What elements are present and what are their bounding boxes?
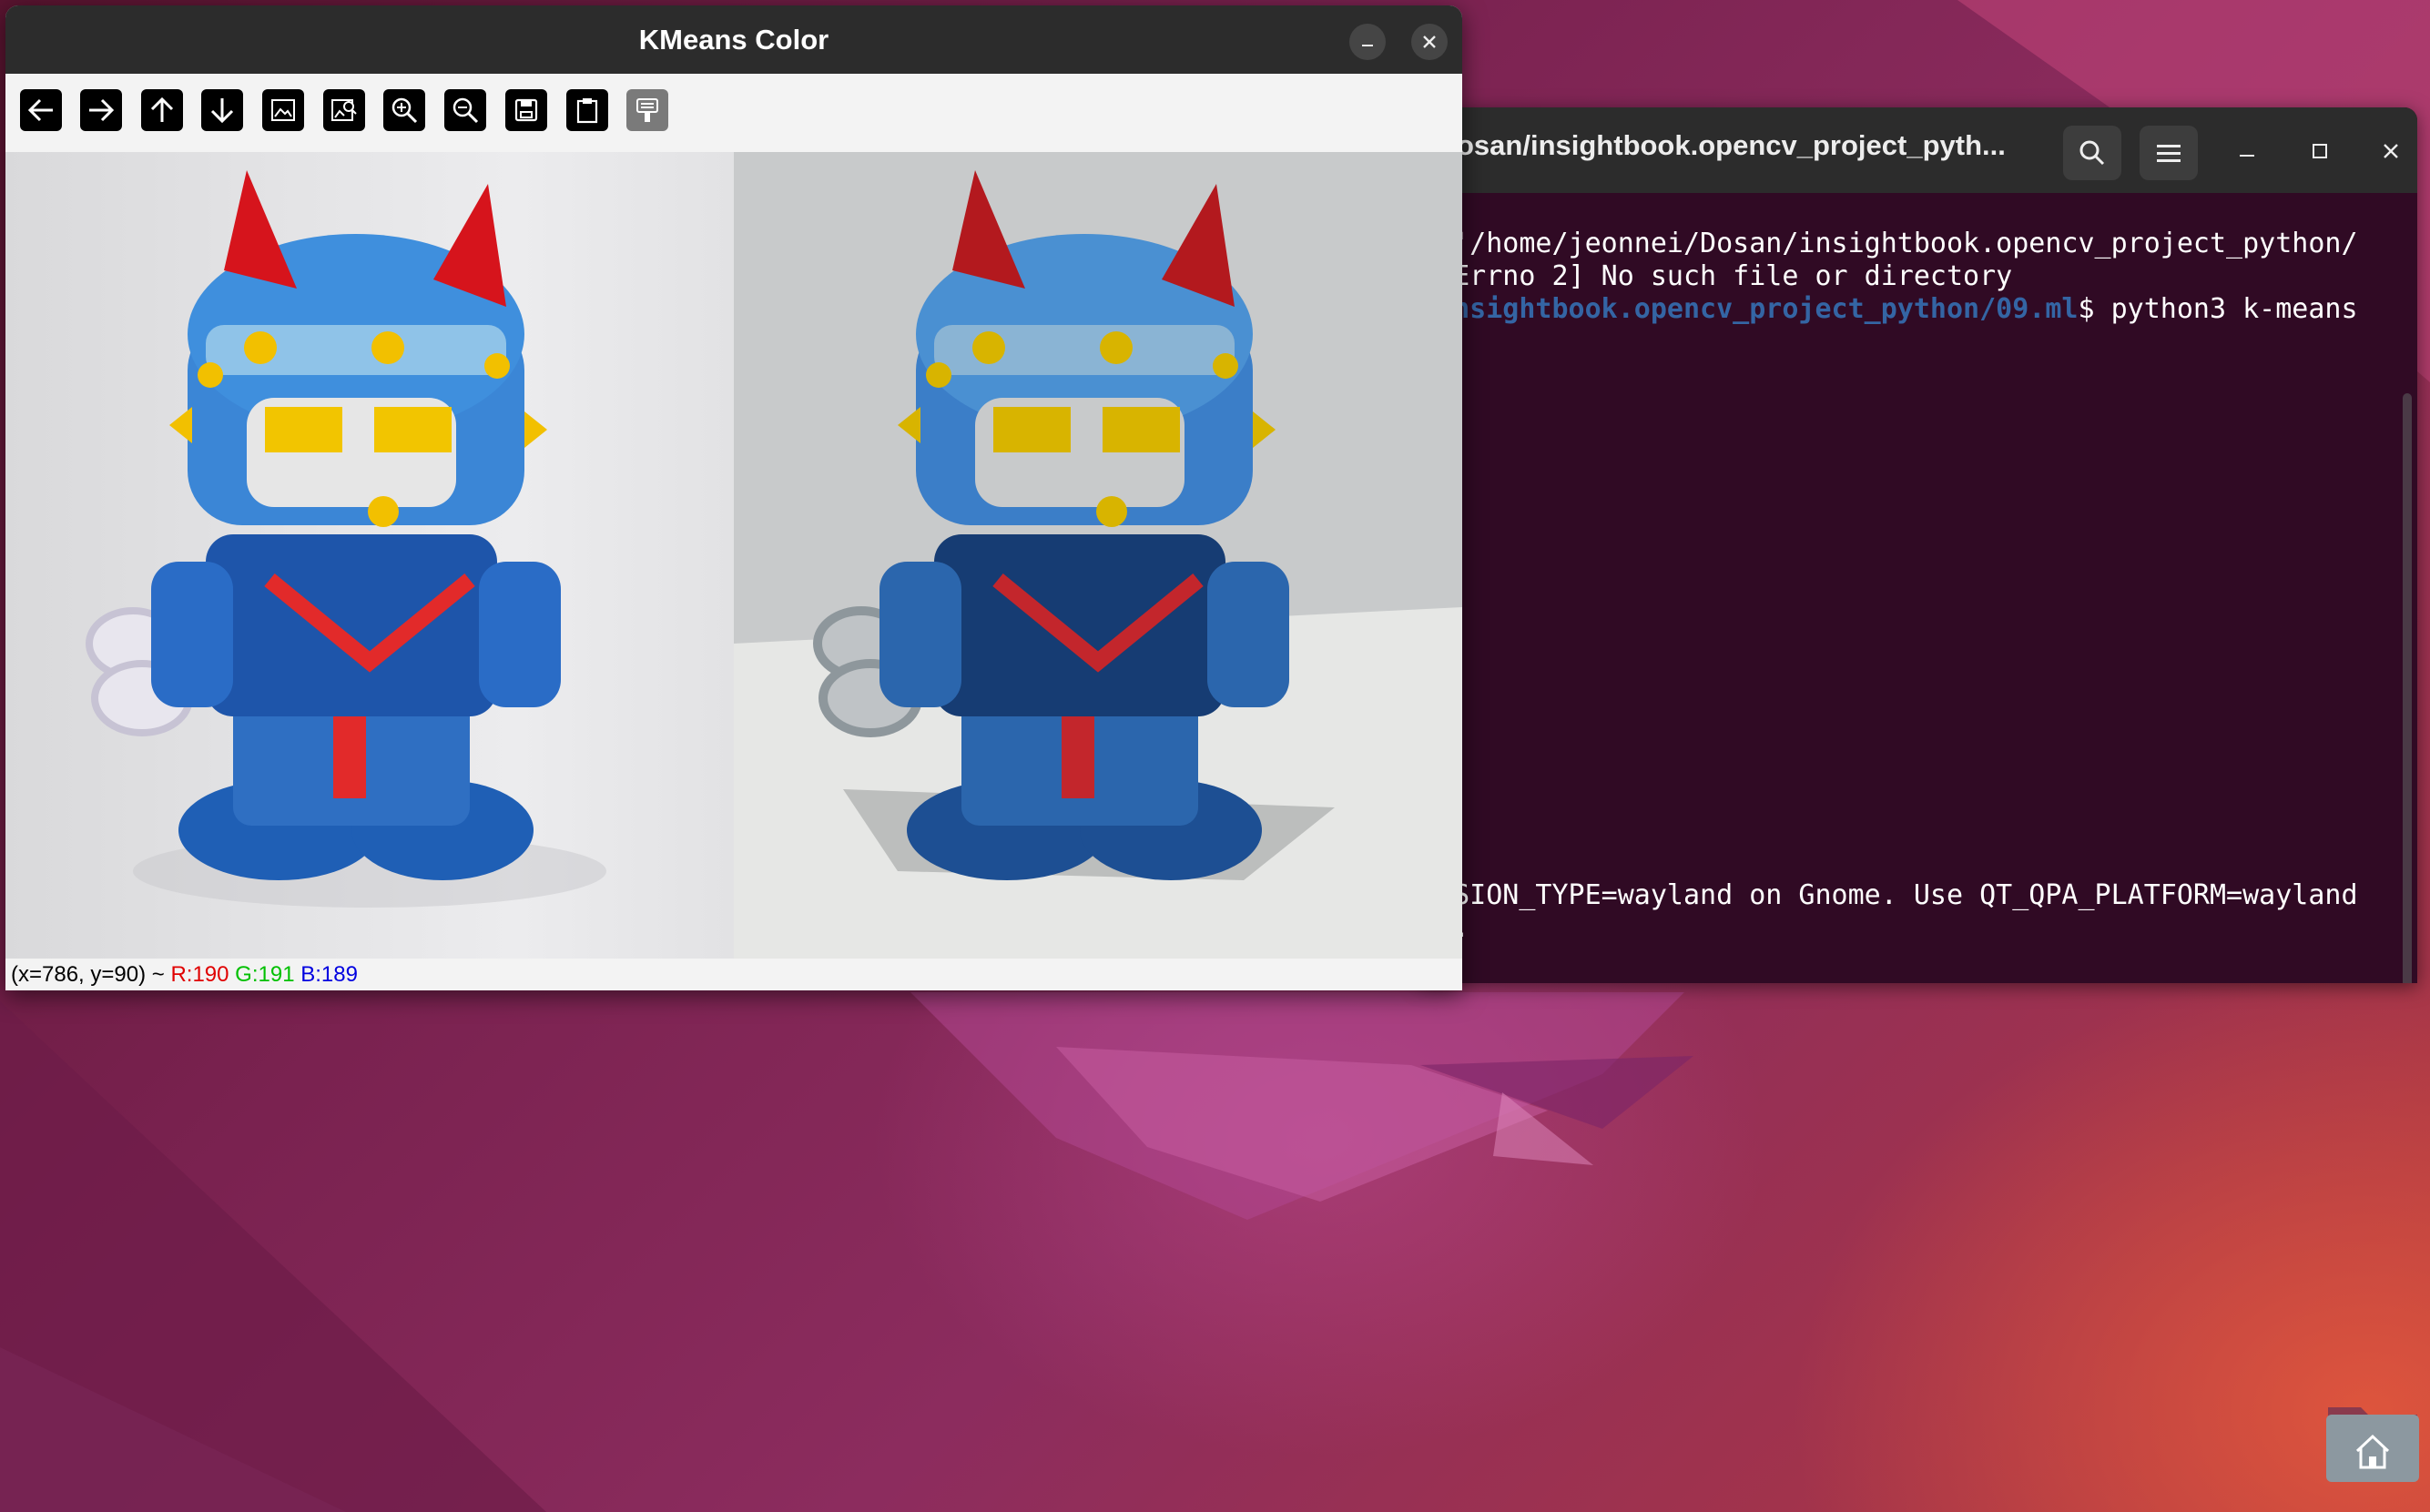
arrow-down-icon [210,98,234,124]
properties-button[interactable] [626,89,668,131]
close-icon [2384,144,2398,158]
zoom-original-button[interactable] [323,89,365,131]
clipboard-icon [576,98,598,124]
prompt-command: $ python3 k-means [2078,293,2358,325]
pixel-blue-value: B:189 [300,962,358,987]
save-button[interactable] [505,89,547,131]
arrow-right-icon [89,98,115,122]
terminal-line: ESSION_TYPE=wayland on Gnome. Use QT_QPA… [1420,879,2358,911]
pan-left-button[interactable] [20,89,62,131]
hamburger-menu-icon [2157,145,2181,162]
toolbar [5,74,1462,152]
status-bar: (x=786, y=90) ~ R:190 G:191 B:189 [5,959,1462,990]
zoom-out-button[interactable] [444,89,486,131]
kmeans-result-image [734,152,1462,959]
search-button[interactable] [2063,126,2121,180]
pan-up-button[interactable] [141,89,183,131]
pan-down-button[interactable] [201,89,243,131]
search-icon [2079,140,2105,166]
terminal-line: [Errno 2] No such file or directory [1420,260,2013,292]
zoom-in-icon [391,97,418,124]
copy-to-clipboard-button[interactable] [566,89,608,131]
close-button[interactable] [1411,24,1448,60]
terminal-prompt-line: /insightbook.opencv_project_python/09.ml… [1420,293,2358,325]
original-image [5,152,734,959]
robot-toy-quantized [734,170,1462,959]
close-button[interactable] [2373,133,2409,169]
home-folder-dock-item[interactable] [2324,1400,2421,1484]
home-folder-icon [2326,1407,2419,1482]
minimize-icon [2240,155,2254,157]
maximize-button[interactable] [2302,133,2338,169]
terminal-title: osan/insightbook.opencv_project_pyth... [1457,129,2006,161]
zoom-in-button[interactable] [383,89,425,131]
zoom-out-icon [452,97,479,124]
properties-icon [636,98,658,122]
terminal-window[interactable]: osan/insightbook.opencv_project_pyth... … [1420,107,2417,983]
close-icon [1423,36,1436,48]
kmeans-window[interactable]: KMeans Color (x=786, y=90) ~ R:190 G:191… [5,5,1462,990]
prompt-path: /insightbook.opencv_project_python/09.ml [1420,293,2079,325]
maximize-icon [2313,144,2327,158]
terminal-line: e '/home/jeonnei/Dosan/insightbook.openc… [1420,228,2358,259]
robot-toy-photo [86,170,606,908]
kmeans-titlebar[interactable]: KMeans Color [5,5,1462,74]
minimize-icon [1362,45,1373,46]
terminal-output[interactable]: e '/home/jeonnei/Dosan/insightbook.openc… [1420,193,2417,983]
zoom-to-fit-button[interactable] [262,89,304,131]
pixel-coordinates: (x=786, y=90) ~ [11,962,171,987]
arrow-up-icon [150,96,174,122]
terminal-titlebar[interactable]: osan/insightbook.opencv_project_pyth... [1420,107,2417,193]
terminal-scrollbar[interactable] [2403,393,2412,983]
pixel-green-value: G:191 [235,962,295,987]
menu-button[interactable] [2140,126,2198,180]
pan-right-button[interactable] [80,89,122,131]
image-display[interactable] [5,152,1462,959]
minimize-button[interactable] [1349,24,1386,60]
pixel-red-value: R:190 [170,962,229,987]
image-search-icon [331,99,357,121]
arrow-left-icon [27,98,53,122]
kmeans-title: KMeans Color [638,24,829,56]
image-icon [271,99,295,121]
minimize-button[interactable] [2229,133,2265,169]
save-icon [514,98,538,122]
